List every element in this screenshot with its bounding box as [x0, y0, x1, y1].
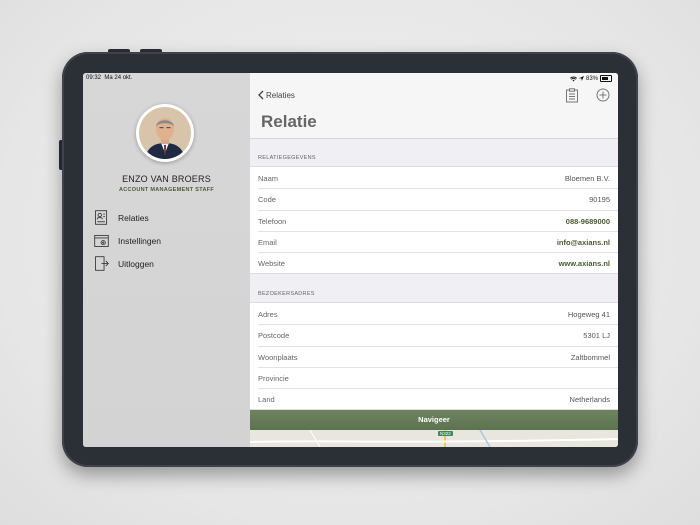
main-panel: Relaties Relatie RELATIEGEGEVENS Naam Blo… [250, 73, 618, 447]
status-bar: 09:32 Ma 24 okt. 83% [83, 73, 618, 84]
row-value: Hogeweg 41 [567, 310, 610, 319]
clipboard-icon[interactable] [565, 88, 579, 103]
sidebar-item-relaties[interactable]: Relaties [93, 206, 161, 229]
logout-icon [95, 256, 109, 271]
avatar[interactable] [136, 104, 194, 162]
location-arrow-icon [578, 76, 584, 81]
detail-row-postcode: Postcode 5301 LJ [250, 324, 618, 345]
detail-row-telefoon[interactable]: Telefoon 088-9689000 [250, 209, 618, 231]
row-key: Adres [258, 310, 278, 319]
detail-row-website[interactable]: Website www.axians.nl [250, 252, 618, 273]
status-date: Ma 24 okt. [104, 75, 133, 81]
row-value: 5301 LJ [583, 331, 610, 341]
row-value: 90195 [589, 195, 610, 205]
sidebar-menu: Relaties Instellingen Uitloggen [93, 206, 161, 275]
nav-actions [565, 88, 610, 103]
map-roads [250, 430, 618, 447]
status-time-value: 09:32 [86, 75, 102, 81]
back-button[interactable]: Relaties [258, 90, 295, 100]
row-key: Woonplaats [258, 352, 298, 362]
wifi-icon [569, 75, 577, 81]
phone-link[interactable]: 088-9689000 [566, 217, 610, 226]
back-label: Relaties [266, 90, 295, 100]
detail-row-email[interactable]: Email info@axians.nl [250, 230, 618, 252]
road-badge: N322 [438, 431, 453, 436]
user-role: ACCOUNT MANAGEMENT STAFF [118, 187, 215, 193]
row-key: Land [258, 395, 275, 405]
detail-row-code: Code 90195 [250, 188, 618, 209]
sidebar-item-label: Uitloggen [118, 258, 154, 269]
section-header-bezoekersadres: BEZOEKERSADRES [258, 291, 315, 297]
contacts-icon [95, 210, 108, 225]
row-value: Netherlands [569, 395, 610, 405]
status-time: 09:32 Ma 24 okt. [86, 75, 132, 81]
detail-row-land: Land Netherlands [250, 388, 618, 409]
navigate-button[interactable]: Navigeer [250, 410, 618, 430]
detail-row-provincie: Provincie [250, 366, 618, 388]
website-link[interactable]: www.axians.nl [559, 259, 610, 268]
section-header-relatiegegevens: RELATIEGEGEVENS [258, 155, 316, 161]
row-key: Code [258, 195, 276, 205]
profile-photo [139, 107, 191, 159]
battery-icon [600, 75, 612, 82]
battery-percentage: 83% [585, 75, 598, 82]
detail-row-naam: Naam Bloemen B.V. [250, 167, 618, 188]
sidebar-item-instellingen[interactable]: Instellingen [93, 229, 161, 252]
relatie-details-group: Naam Bloemen B.V. Code 90195 Telefoon 088-9… [250, 166, 618, 275]
bezoekersadres-group: Adres Hogeweg 41 Postcode 5301 LJ Woonplaa… [250, 302, 618, 411]
sidebar: ENZO VAN BROERS ACCOUNT MANAGEMENT STAFF… [83, 73, 251, 447]
user-name: ENZO VAN BROERS [122, 174, 211, 184]
row-value: Bloemen B.V. [564, 174, 610, 183]
map-view[interactable]: N322 [250, 430, 618, 447]
settings-icon [94, 234, 109, 247]
sidebar-item-uitloggen[interactable]: Uitloggen [93, 252, 161, 275]
row-key: Telefoon [258, 216, 287, 226]
chevron-left-icon [258, 90, 264, 100]
row-key: Email [258, 237, 277, 247]
status-right: 83% [569, 75, 612, 82]
row-key: Website [258, 259, 285, 269]
ipad-screen: 09:32 Ma 24 okt. 83% ENZO VAN BROERS ACC… [83, 73, 618, 447]
sidebar-item-label: Relaties [118, 212, 149, 223]
detail-row-woonplaats: Woonplaats Zaltbommel [250, 345, 618, 367]
page-title: Relatie [261, 112, 317, 131]
row-value: Zaltbommel [570, 352, 610, 362]
row-key: Naam [258, 174, 279, 183]
detail-row-adres: Adres Hogeweg 41 [250, 303, 618, 324]
add-icon[interactable] [596, 88, 610, 102]
email-link[interactable]: info@axians.nl [557, 238, 610, 247]
row-key: Provincie [258, 373, 289, 383]
row-key: Postcode [258, 331, 290, 341]
sidebar-item-label: Instellingen [118, 235, 162, 246]
